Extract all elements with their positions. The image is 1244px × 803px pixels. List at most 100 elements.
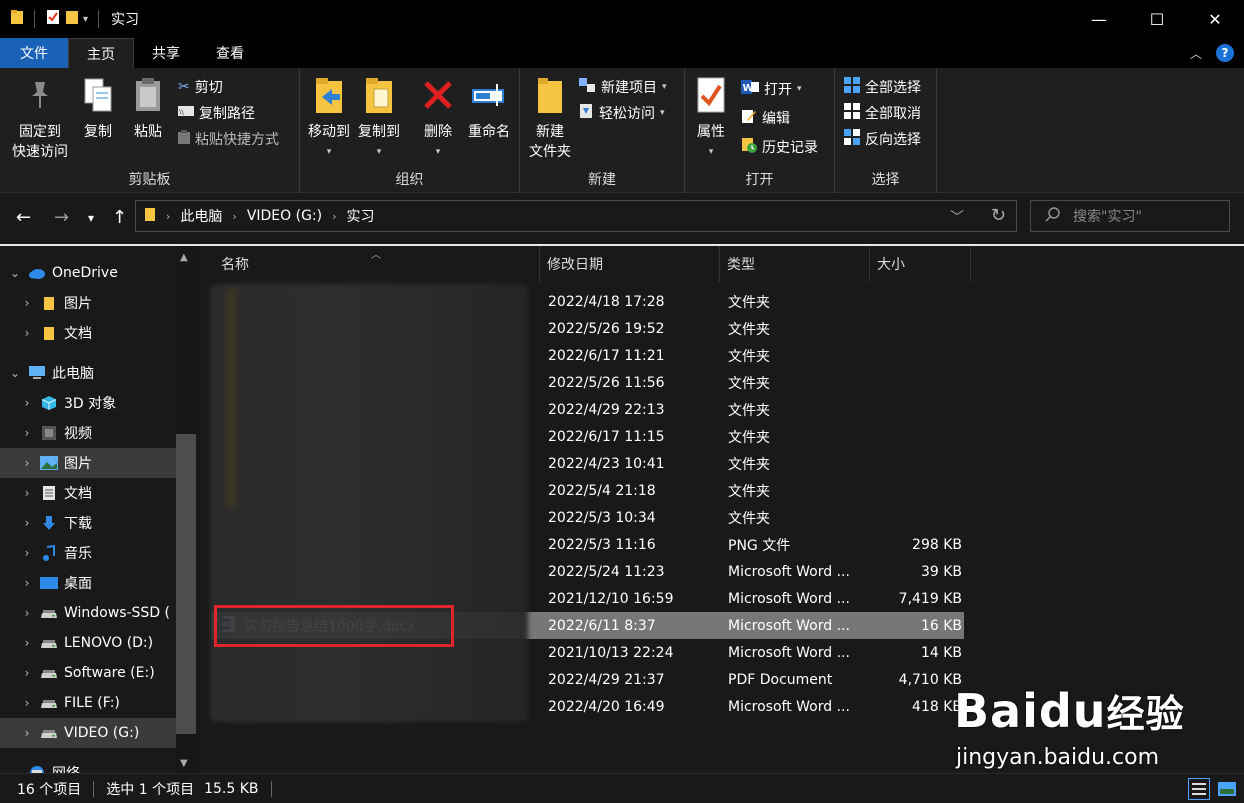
- chevron-right-icon[interactable]: ›: [20, 486, 34, 500]
- chevron-right-icon[interactable]: ›: [20, 426, 34, 440]
- search-box[interactable]: 搜索"实习": [1030, 200, 1230, 232]
- copy-button[interactable]: 复制: [78, 76, 118, 142]
- chevron-right-icon[interactable]: ›: [20, 396, 34, 410]
- maximize-button[interactable]: ☐: [1128, 0, 1186, 38]
- chevron-right-icon[interactable]: ›: [20, 576, 34, 590]
- tab-share[interactable]: 共享: [134, 38, 198, 68]
- chevron-right-icon[interactable]: ›: [20, 636, 34, 650]
- nav-scrollbar[interactable]: ▲ ▼: [176, 246, 196, 773]
- large-icons-view-icon[interactable]: [1216, 778, 1238, 800]
- forward-arrow-icon[interactable]: →: [54, 207, 69, 228]
- new-item-button[interactable]: 新建项目 ▾: [578, 76, 667, 98]
- file-type: 文件夹: [728, 483, 770, 500]
- nav-item[interactable]: › 视频: [0, 418, 176, 448]
- chevron-down-icon[interactable]: ⌄: [8, 266, 22, 280]
- select-all-button[interactable]: 全部选择: [844, 76, 921, 98]
- properties-button[interactable]: 属性 ▾: [691, 76, 731, 162]
- tab-file[interactable]: 文件: [0, 38, 68, 68]
- column-header-size[interactable]: 大小: [870, 246, 971, 282]
- file-type: PDF Document: [728, 671, 833, 688]
- column-header-name[interactable]: 名称: [214, 246, 540, 282]
- breadcrumb-internship[interactable]: 实习: [347, 206, 375, 226]
- drive-icon: [40, 695, 58, 711]
- breadcrumb-separator-icon: ›: [332, 209, 337, 223]
- scroll-down-icon[interactable]: ▼: [180, 758, 188, 769]
- details-view-icon[interactable]: [1188, 778, 1210, 800]
- breadcrumb-video-drive[interactable]: VIDEO (G:): [247, 208, 322, 224]
- address-bar[interactable]: › 此电脑 › VIDEO (G:) › 实习 ﹀ ↻: [135, 200, 1017, 232]
- word-icon: W: [741, 79, 759, 99]
- copy-to-button[interactable]: 复制到 ▾: [356, 76, 402, 162]
- paste-button[interactable]: 粘贴: [128, 76, 168, 142]
- open-button[interactable]: W 打开 ▾: [741, 78, 802, 100]
- nav-item[interactable]: ⌄ 网络: [0, 758, 176, 773]
- nav-item[interactable]: ⌄ OneDrive: [0, 258, 176, 288]
- scrollbar-thumb[interactable]: [176, 434, 196, 734]
- easy-access-button[interactable]: 轻松访问 ▾: [578, 102, 665, 124]
- select-none-button[interactable]: 全部取消: [844, 102, 921, 124]
- edit-button[interactable]: 编辑: [741, 107, 790, 129]
- chevron-down-icon[interactable]: ⌄: [8, 366, 22, 380]
- pin-quick-access-button[interactable]: 固定到 快速访问: [10, 76, 70, 162]
- new-group: 新建 文件夹 新建项目 ▾ 轻松访问 ▾ 新建: [520, 68, 685, 193]
- properties-quick-icon[interactable]: [45, 9, 61, 29]
- history-button[interactable]: 历史记录: [741, 136, 818, 158]
- cut-button[interactable]: ✂ 剪切: [178, 76, 223, 98]
- column-header-date[interactable]: 修改日期: [540, 246, 720, 282]
- nav-item[interactable]: › 文档: [0, 478, 176, 508]
- chevron-down-icon[interactable]: ⌄: [8, 766, 22, 773]
- paste-shortcut-button[interactable]: 粘贴快捷方式: [178, 128, 279, 150]
- customize-toolbar-icon[interactable]: ▾: [83, 14, 88, 25]
- nav-item[interactable]: › 图片: [0, 288, 176, 318]
- invert-selection-button[interactable]: 反向选择: [844, 128, 921, 150]
- nav-item[interactable]: › LENOVO (D:): [0, 628, 176, 658]
- nav-item[interactable]: › Windows-SSD (: [0, 598, 176, 628]
- chevron-up-icon[interactable]: ︿: [1190, 45, 1202, 62]
- minimize-button[interactable]: —: [1070, 0, 1128, 38]
- invert-selection-icon: [844, 129, 860, 149]
- nav-item[interactable]: › 3D 对象: [0, 388, 176, 418]
- chevron-right-icon[interactable]: ›: [20, 606, 34, 620]
- recent-locations-chevron-icon[interactable]: ▾: [88, 211, 94, 225]
- new-folder-quick-icon[interactable]: [65, 9, 79, 29]
- copy-path-button[interactable]: \\ 复制路径: [178, 102, 255, 124]
- select-none-icon: [844, 103, 860, 123]
- refresh-icon[interactable]: ↻: [991, 205, 1006, 226]
- chevron-right-icon[interactable]: ›: [20, 296, 34, 310]
- desktop-icon: [40, 575, 58, 591]
- chevron-right-icon[interactable]: ›: [20, 516, 34, 530]
- chevron-right-icon[interactable]: ›: [20, 726, 34, 740]
- close-button[interactable]: ✕: [1186, 0, 1244, 38]
- address-dropdown-icon[interactable]: ﹀: [950, 207, 964, 227]
- chevron-right-icon[interactable]: ›: [20, 326, 34, 340]
- breadcrumb-this-pc[interactable]: 此电脑: [180, 206, 222, 226]
- help-icon[interactable]: ?: [1216, 44, 1234, 62]
- copy-icon: [83, 77, 113, 119]
- delete-button[interactable]: 删除 ▾: [418, 76, 458, 162]
- chevron-right-icon[interactable]: ›: [20, 696, 34, 710]
- up-arrow-icon[interactable]: ↑: [112, 207, 127, 228]
- chevron-right-icon[interactable]: ›: [20, 666, 34, 680]
- chevron-right-icon[interactable]: ›: [20, 546, 34, 560]
- rename-button[interactable]: 重命名: [464, 76, 514, 142]
- file-date: 2022/5/3 10:34: [548, 509, 656, 526]
- nav-item[interactable]: › 桌面: [0, 568, 176, 598]
- column-header-type[interactable]: 类型: [720, 246, 870, 282]
- move-to-button[interactable]: 移动到 ▾: [306, 76, 352, 162]
- tab-home[interactable]: 主页: [68, 38, 134, 68]
- scroll-up-icon[interactable]: ▲: [180, 252, 188, 263]
- back-arrow-icon[interactable]: ←: [16, 207, 31, 228]
- chevron-right-icon[interactable]: ›: [20, 456, 34, 470]
- nav-item[interactable]: › 下载: [0, 508, 176, 538]
- new-folder-button[interactable]: 新建 文件夹: [526, 76, 574, 162]
- nav-item[interactable]: › 文档: [0, 318, 176, 348]
- download-icon: [40, 515, 58, 531]
- nav-item[interactable]: › VIDEO (G:): [0, 718, 176, 748]
- nav-item[interactable]: › FILE (F:): [0, 688, 176, 718]
- status-item-count: 16 个项目: [17, 781, 82, 798]
- nav-item[interactable]: ⌄ 此电脑: [0, 358, 176, 388]
- nav-item[interactable]: › 音乐: [0, 538, 176, 568]
- nav-item[interactable]: › 图片: [0, 448, 176, 478]
- nav-item[interactable]: › Software (E:): [0, 658, 176, 688]
- tab-view[interactable]: 查看: [198, 38, 262, 68]
